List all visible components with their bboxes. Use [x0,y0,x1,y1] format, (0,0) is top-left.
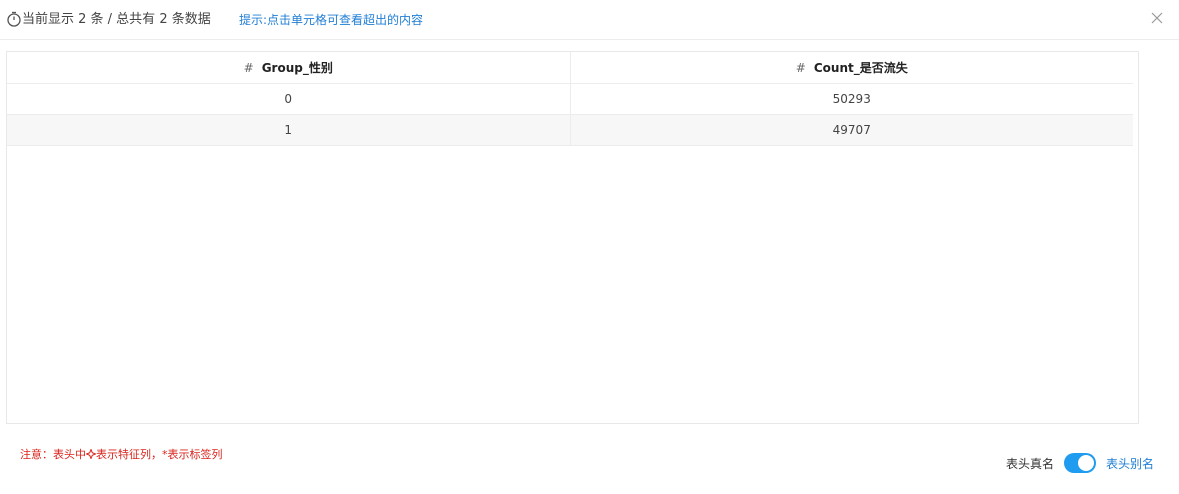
toggle-knob [1078,455,1094,471]
toggle-label-real-name: 表头真名 [1006,457,1055,471]
numeric-type-icon: # [795,61,806,75]
table-row: 1 49707 [7,114,1133,146]
table-cell[interactable]: 0 [7,83,571,115]
table-row: 0 50293 [7,83,1133,115]
table-cell[interactable]: 50293 [570,83,1133,115]
column-header-label: Group_性别 [261,61,333,75]
note-suffix: 表示特征列，*表示标签列 [96,448,223,461]
dialog-header: 当前显示 2 条 / 总共有 2 条数据 提示:点击单元格可查看超出的内容 [0,0,1179,40]
note-prefix: 注意：表头中 [20,448,86,461]
table-header-row: # Group_性别 # Count_是否流失 [7,52,1133,84]
close-icon[interactable] [1149,10,1165,26]
column-header-group-gender[interactable]: # Group_性别 [7,52,571,84]
record-count-text: 当前显示 2 条 / 总共有 2 条数据 [22,12,211,27]
tip-text: 提示:点击单元格可查看超出的内容 [239,13,424,27]
header-alias-toggle[interactable] [1064,453,1096,473]
numeric-type-icon: # [243,61,254,75]
data-table-container: # Group_性别 # Count_是否流失 0 50293 1 49707 [6,51,1139,424]
column-header-label: Count_是否流失 [813,61,908,75]
timer-icon [7,11,21,27]
data-table: # Group_性别 # Count_是否流失 0 50293 1 49707 [7,52,1133,146]
column-header-count-churn[interactable]: # Count_是否流失 [570,52,1133,84]
table-cell[interactable]: 1 [7,114,571,146]
table-cell[interactable]: 49707 [570,114,1133,146]
toggle-label-alias: 表头别名 [1106,457,1155,471]
legend-note: 注意：表头中 表示特征列，*表示标签列 [20,446,223,462]
feature-column-icon [86,449,96,459]
